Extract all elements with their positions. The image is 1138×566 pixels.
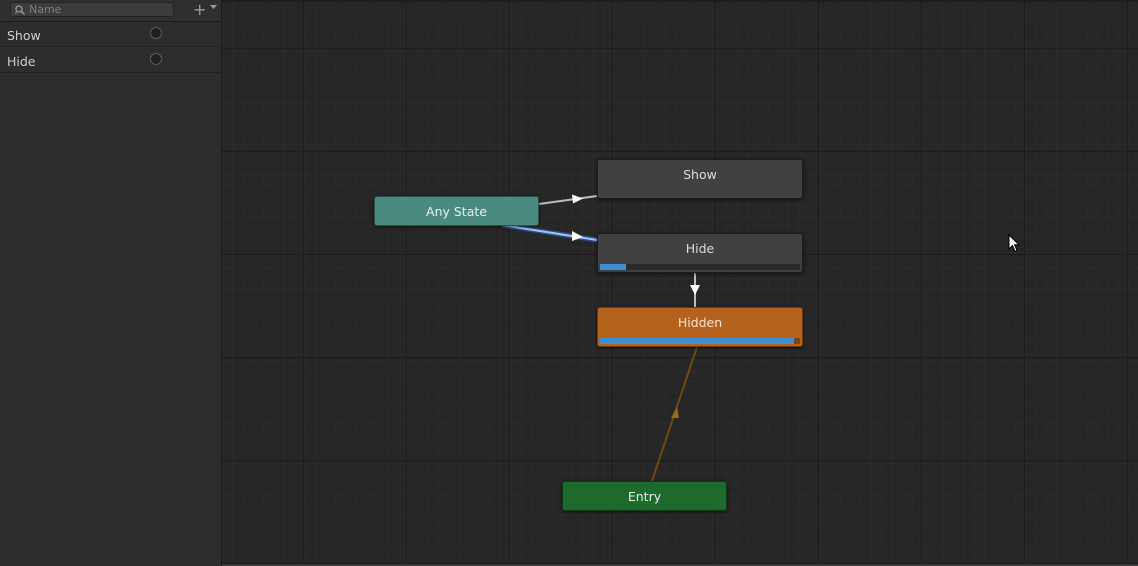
state-label: Any State xyxy=(426,204,487,219)
animator-graph[interactable]: Show Hide Hidden Any State Entry xyxy=(222,0,1138,566)
search-field[interactable] xyxy=(10,2,174,17)
state-label: Entry xyxy=(627,489,662,504)
plus-icon: + xyxy=(193,0,207,19)
state-progress-bar xyxy=(600,338,800,344)
parameters-toolbar: + xyxy=(0,0,221,22)
trigger-toggle-hide[interactable] xyxy=(150,53,162,65)
state-progress-fill xyxy=(600,264,626,270)
add-parameter-button[interactable]: + xyxy=(190,1,218,19)
dropdown-arrow-icon xyxy=(210,5,217,9)
state-label: Show xyxy=(683,167,717,182)
parameter-row-hide[interactable]: Hide xyxy=(0,48,221,73)
transition-anystate-to-show[interactable] xyxy=(538,194,598,205)
transition-anystate-to-hide[interactable] xyxy=(501,222,598,243)
state-progress-fill xyxy=(600,338,794,344)
state-label: Hidden xyxy=(677,315,723,330)
state-node-hide[interactable]: Hide xyxy=(597,233,803,273)
trigger-toggle-show[interactable] xyxy=(150,27,162,39)
transition-hide-to-hidden[interactable] xyxy=(690,273,700,307)
state-label: Hide xyxy=(685,241,715,256)
transition-entry-to-hidden[interactable] xyxy=(651,346,698,482)
parameter-label: Hide xyxy=(7,54,36,69)
state-node-hidden[interactable]: Hidden xyxy=(597,307,803,347)
state-node-show[interactable]: Show xyxy=(597,159,803,199)
search-icon xyxy=(15,5,26,16)
state-progress-bar xyxy=(600,264,800,270)
parameter-row-show[interactable]: Show xyxy=(0,22,221,47)
parameters-panel: + Show Hide xyxy=(0,0,222,566)
mouse-cursor-icon xyxy=(1008,234,1020,253)
parameter-label: Show xyxy=(7,28,41,43)
search-input[interactable] xyxy=(29,3,169,16)
state-node-any-state[interactable]: Any State xyxy=(374,196,539,226)
state-node-entry[interactable]: Entry xyxy=(562,481,727,511)
